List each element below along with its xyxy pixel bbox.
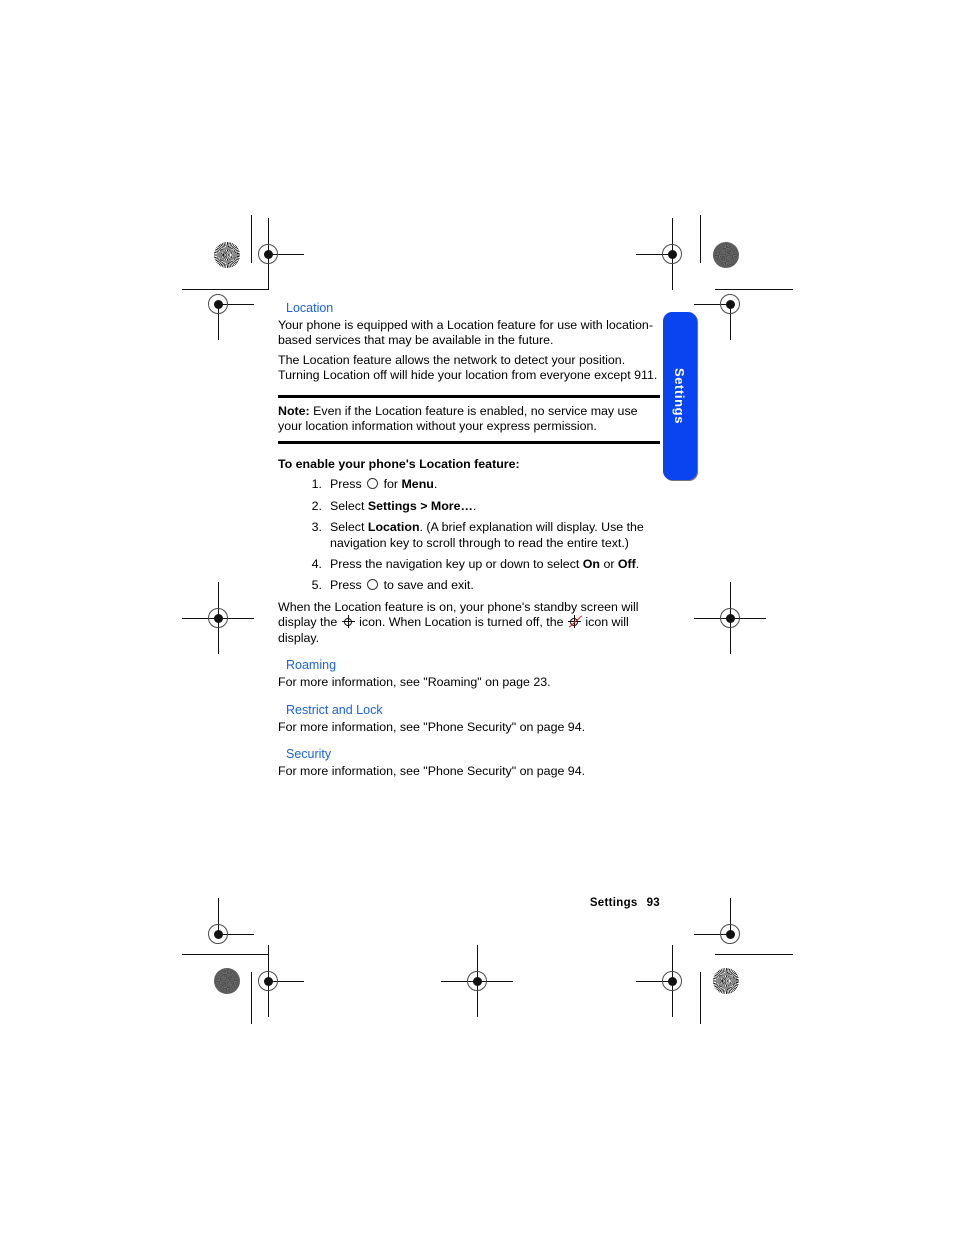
- step-number: 5.: [311, 578, 322, 593]
- paragraph-location-intro: Your phone is equipped with a Location f…: [278, 318, 653, 348]
- registration-mark-mid-left: [182, 582, 254, 654]
- trim-mark-right-bottom-horizontal: [715, 954, 793, 955]
- section-heading-security: Security: [286, 746, 332, 761]
- step-emphasis-alt: Off: [617, 557, 636, 572]
- note-callout: Note: Even if the Location feature is en…: [278, 394, 660, 445]
- step-text-before: Select: [330, 520, 368, 535]
- section-heading-roaming: Roaming: [286, 658, 337, 673]
- paragraph-restrict-and-lock-ref: For more information, see "Phone Securit…: [278, 719, 586, 734]
- registration-mark-bottom-center: [441, 945, 513, 1017]
- procedure-step-list: 1. Press for Menu. 2. Select Settings > Mo…: [278, 477, 660, 593]
- note-label: Note:: [278, 403, 310, 418]
- step-text-mid: or: [600, 557, 618, 572]
- print-density-burst-top-right: [713, 242, 739, 268]
- step-text-after: for: [380, 477, 402, 492]
- trim-mark-bottom-right-vertical: [700, 972, 701, 1024]
- paragraph-security-ref: For more information, see "Phone Securit…: [278, 763, 586, 778]
- step-tail: .: [433, 477, 438, 492]
- page-content: Location Your phone is equipped with a L…: [278, 300, 660, 783]
- step-tail: .: [472, 498, 477, 513]
- step-tail: .: [635, 557, 640, 572]
- registration-mark-bottom-right: [636, 945, 708, 1017]
- step-text-before: Press: [330, 477, 366, 492]
- registration-mark-upper-right-corner: [694, 268, 766, 340]
- section-heading-restrict-and-lock: Restrict and Lock: [286, 702, 383, 717]
- footer-page-number: 93: [646, 897, 660, 909]
- procedure-step: 4. Press the navigation key up or down to…: [278, 557, 660, 572]
- paragraph-location-detail: The Location feature allows the network …: [278, 352, 658, 383]
- procedure-step: 1. Press for Menu.: [278, 477, 660, 492]
- step-number: 2.: [311, 498, 322, 513]
- ok-key-circle-icon: [367, 579, 379, 591]
- location-on-icon: [341, 615, 355, 629]
- step-text-before: Select: [330, 498, 368, 513]
- registration-mark-mid-right: [694, 582, 766, 654]
- footer-section-name: Settings: [589, 897, 638, 909]
- closing-text-part2: icon. When Location is turned off, the: [355, 615, 567, 630]
- procedure-step: 5. Press to save and exit.: [278, 578, 660, 593]
- section-tab-label: Settings: [672, 367, 688, 425]
- section-tab-settings: Settings: [663, 312, 697, 480]
- step-text-before: Press: [330, 578, 366, 593]
- trim-mark-top-right-vertical: [700, 215, 701, 263]
- step-emphasis: On: [582, 557, 600, 572]
- step-text-before: Press the navigation key up or down to s…: [330, 557, 583, 572]
- procedure-heading: To enable your phone's Location feature:: [278, 457, 520, 472]
- step-emphasis: Location: [367, 520, 420, 535]
- step-emphasis: Settings > More…: [367, 498, 473, 513]
- registration-mark-upper-left-corner: [182, 268, 254, 340]
- paragraph-location-icons: When the Location feature is on, your ph…: [278, 600, 660, 646]
- procedure-step: 3. Select Location. (A brief explanation …: [278, 520, 660, 551]
- location-off-icon: [567, 615, 583, 629]
- step-text-after: to save and exit.: [380, 578, 474, 593]
- registration-mark-bottom-left: [232, 945, 304, 1017]
- ok-key-circle-icon: [367, 478, 379, 490]
- page-footer: Settings 93: [0, 897, 660, 909]
- section-heading-location: Location: [286, 301, 334, 315]
- step-emphasis: Menu: [401, 477, 434, 492]
- step-number: 4.: [311, 557, 322, 572]
- paragraph-roaming-ref: For more information, see "Roaming" on p…: [278, 675, 551, 690]
- manual-page: Settings Location Your phone is equipped…: [0, 0, 954, 1235]
- step-number: 3.: [311, 520, 322, 535]
- step-number: 1.: [311, 477, 322, 492]
- print-density-burst-bottom-right: [713, 968, 739, 994]
- note-body-text: Even if the Location feature is enabled,…: [278, 403, 638, 434]
- note-text: Note: Even if the Location feature is en…: [278, 398, 660, 442]
- procedure-step: 2. Select Settings > More….: [278, 499, 660, 514]
